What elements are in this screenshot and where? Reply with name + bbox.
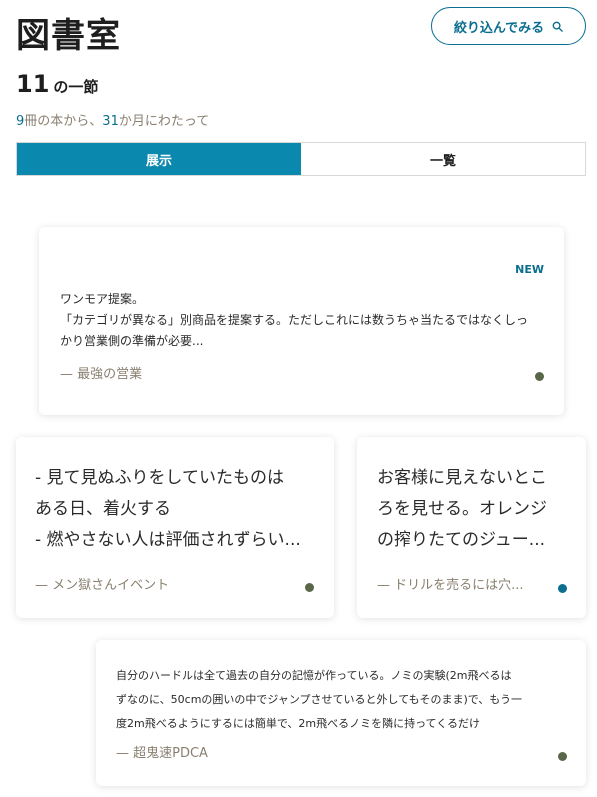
status-dot bbox=[535, 372, 544, 381]
quote-line: ワンモア提案。 bbox=[60, 292, 145, 306]
quote-text: お客様に見えないとこ ろを見せる。オレンジ の搾りたてのジュー... bbox=[377, 463, 547, 556]
excerpt-count: 11 の一節 bbox=[16, 70, 98, 98]
collection-summary: 9冊の本から、31か月にわたって bbox=[16, 110, 209, 129]
search-icon bbox=[552, 21, 563, 32]
tab-list[interactable]: 一覧 bbox=[301, 143, 585, 175]
filter-button-label: 絞り込んでみる bbox=[453, 20, 545, 36]
new-badge: NEW bbox=[515, 263, 544, 276]
tab-gallery[interactable]: 展示 bbox=[17, 143, 301, 175]
quote-text: 自分のハードルは全て過去の自分の記憶が作っている。ノミの実験(2m飛べるは ずな… bbox=[116, 664, 522, 736]
quote-line: 自分のハードルは全て過去の自分の記憶が作っている。ノミの実験(2m飛べるは bbox=[116, 669, 512, 682]
quote-line: - 見て見ぬふりをしていたものは bbox=[35, 468, 285, 488]
quote-line: お客様に見えないとこ bbox=[377, 468, 547, 488]
filter-button[interactable]: 絞り込んでみる bbox=[431, 7, 586, 45]
quote-text: - 見て見ぬふりをしていたものは ある日、着火する - 燃やさない人は評価されず… bbox=[35, 463, 301, 556]
quote-source: — ドリルを売るには穴... bbox=[377, 578, 524, 593]
month-count: 31 bbox=[102, 114, 119, 129]
quote-line: の搾りたてのジュー... bbox=[377, 530, 546, 550]
quote-text: ワンモア提案。 「カテゴリが異なる」別商品を提案する。ただしこれには数うちゃ当た… bbox=[60, 289, 528, 352]
quote-card[interactable]: お客様に見えないとこ ろを見せる。オレンジ の搾りたてのジュー... — ドリル… bbox=[357, 437, 586, 618]
quote-card[interactable]: 自分のハードルは全て過去の自分の記憶が作っている。ノミの実験(2m飛べるは ずな… bbox=[96, 640, 586, 786]
quote-source: — 超鬼速PDCA bbox=[116, 746, 208, 761]
status-dot bbox=[558, 752, 567, 761]
quote-line: ろを見せる。オレンジ bbox=[377, 499, 547, 519]
quote-line: - 燃やさない人は評価されずらい... bbox=[35, 530, 301, 550]
quote-card[interactable]: NEW ワンモア提案。 「カテゴリが異なる」別商品を提案する。ただしこれには数う… bbox=[39, 227, 564, 415]
status-dot bbox=[305, 583, 314, 592]
view-tabs: 展示 一覧 bbox=[16, 142, 586, 176]
quote-line: ずなのに、50cmの囲いの中でジャンプさせていると外してもそのまま)で、もう一 bbox=[116, 693, 522, 706]
status-dot bbox=[558, 584, 567, 593]
quote-line: 度2m飛べるようにするには簡単で、2m飛べるノミを隣に持ってくるだけ bbox=[116, 717, 480, 730]
page-title: 図書室 bbox=[16, 16, 121, 56]
quote-line: ある日、着火する bbox=[35, 499, 171, 519]
quote-source: — メン獄さんイベント bbox=[35, 578, 170, 593]
month-count-suffix: か月にわたって bbox=[118, 114, 210, 129]
quote-card[interactable]: - 見て見ぬふりをしていたものは ある日、着火する - 燃やさない人は評価されず… bbox=[16, 437, 334, 618]
quote-line: 「カテゴリが異なる」別商品を提案する。ただしこれには数うちゃ当たるではなくしっ bbox=[60, 313, 529, 327]
quote-line: かり営業側の準備が必要... bbox=[60, 334, 204, 348]
excerpt-count-suffix: の一節 bbox=[53, 78, 99, 96]
quote-source: — 最強の営業 bbox=[60, 367, 143, 382]
excerpt-count-number: 11 bbox=[16, 70, 50, 98]
book-count-suffix: 冊の本から、 bbox=[24, 114, 103, 129]
